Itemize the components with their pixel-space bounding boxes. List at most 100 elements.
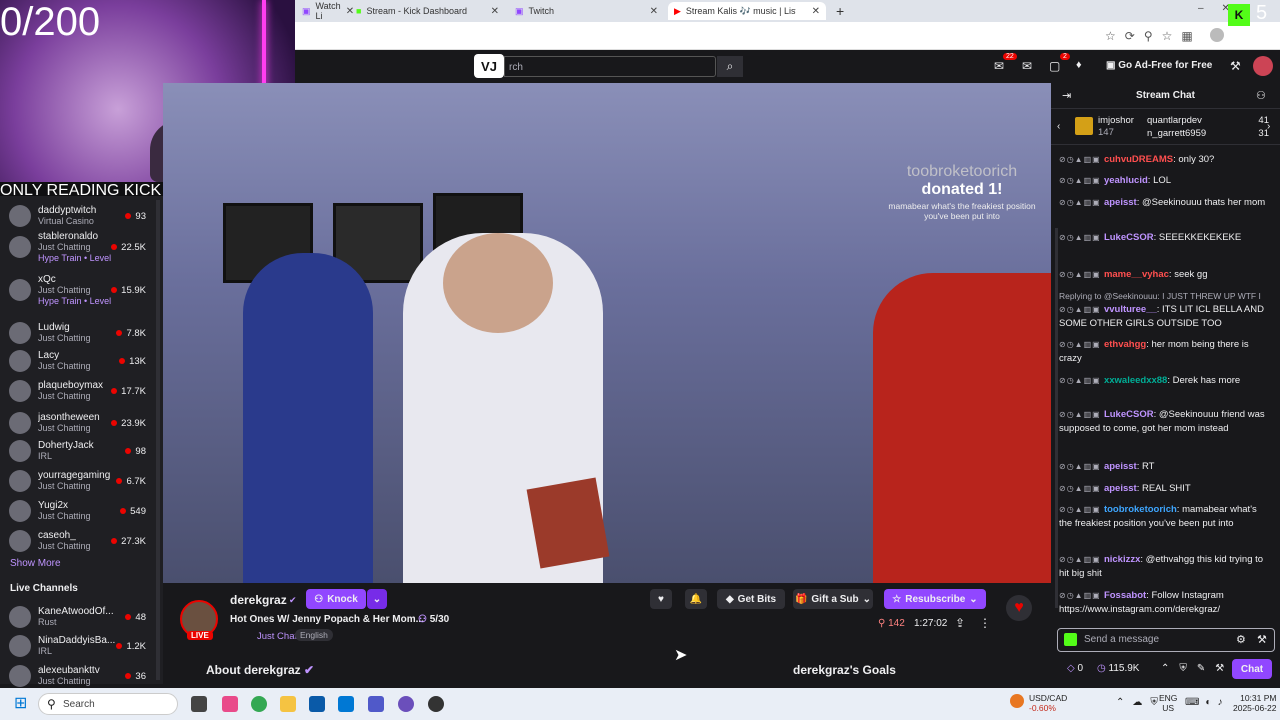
copilot-icon[interactable]: [222, 696, 238, 712]
chat-message[interactable]: ⊘◷▲▥▣ LukeCSOR: @Seekinouuu friend was s…: [1059, 408, 1269, 436]
close-icon[interactable]: ✕: [650, 6, 658, 17]
chat-message[interactable]: ⊘◷▲▥▣ apeisst: RT: [1059, 460, 1269, 474]
mod-action-icons[interactable]: ⊘◷▲▥▣: [1059, 340, 1104, 349]
mod-action-icons[interactable]: ⊘◷▲▥▣: [1059, 233, 1104, 242]
chat-username[interactable]: Fossabot: [1104, 590, 1146, 601]
browser-toolbar-icons[interactable]: ☆⟳⚲☆▦: [1105, 29, 1202, 43]
teams-icon[interactable]: [368, 696, 384, 712]
sidebar-channel-item[interactable]: stableronaldo Just Chatting Hype Train • L…: [0, 230, 160, 264]
gift-sub-button[interactable]: 🎁 Gift a Sub ⌄: [793, 589, 873, 609]
windows-start-icon[interactable]: ⊞: [14, 696, 30, 712]
mod-action-icons[interactable]: ⊘◷▲▥▣: [1059, 462, 1104, 471]
chat-username[interactable]: yeahlucid: [1104, 175, 1148, 186]
crown-icon[interactable]: ♦: [1076, 59, 1082, 71]
chat-input[interactable]: Send a message ⚙ ⚒: [1057, 628, 1275, 652]
task-view-icon[interactable]: [191, 696, 207, 712]
new-tab-button[interactable]: +: [830, 2, 850, 20]
chat-message[interactable]: ⊘◷▲▥▣ LukeCSOR: SEEEKKEKEKEKE: [1059, 231, 1269, 245]
tab-kick-dashboard[interactable]: ■ Stream - Kick Dashboard ✕: [350, 2, 505, 20]
go-ad-free-button[interactable]: ▣ Go Ad-Free for Free: [1106, 60, 1212, 71]
chrome-icon[interactable]: [251, 696, 267, 712]
live-channel-item[interactable]: NinaDaddyisBa... IRL 1.2K: [0, 629, 160, 663]
video-player[interactable]: toobroketoorich donated 1! mamabear what…: [163, 83, 1051, 583]
chat-username[interactable]: apeisst: [1104, 197, 1137, 208]
show-more-link[interactable]: Show More: [10, 558, 61, 569]
obs-icon[interactable]: [428, 696, 444, 712]
mod-action-icons[interactable]: ⊘◷▲▥▣: [1059, 270, 1104, 279]
store-icon[interactable]: [309, 696, 325, 712]
mod-action-icons[interactable]: ⊘◷▲▥▣: [1059, 376, 1104, 385]
more-options-icon[interactable]: ⋮: [979, 616, 991, 630]
inbox-icon[interactable]: ✉: [1022, 59, 1032, 73]
chat-message[interactable]: ⊘◷▲▥▣ cuhvuDREAMS: only 30?: [1059, 153, 1269, 167]
tab-watch[interactable]: ▣ Watch Li ✕: [296, 1, 354, 21]
chat-username[interactable]: mame__vyhac: [1104, 269, 1169, 280]
chat-username[interactable]: nickizzx: [1104, 554, 1140, 565]
system-tray-icons[interactable]: ⌨◐♪: [1185, 697, 1228, 708]
mod-action-icons[interactable]: ⊘◷▲▥▣: [1059, 410, 1104, 419]
whispers-icon[interactable]: ▢: [1049, 59, 1060, 73]
sidebar-channel-item[interactable]: caseoh_ Just Chatting 27.3K: [0, 524, 160, 558]
discord-icon[interactable]: [398, 696, 414, 712]
chat-username[interactable]: cuhvuDREAMS: [1104, 154, 1173, 165]
mod-action-icons[interactable]: ⊘◷▲▥▣: [1059, 505, 1104, 514]
prime-icon[interactable]: ✉: [994, 59, 1004, 73]
language-tag[interactable]: English: [295, 629, 333, 641]
chat-username[interactable]: apeisst: [1104, 461, 1137, 472]
chat-message[interactable]: ⊘◷▲▥▣ ethvahgg: her mom being there is c…: [1059, 338, 1269, 366]
search-icon[interactable]: ⌕: [717, 56, 743, 77]
mod-action-icons[interactable]: ⊘◷▲▥▣: [1059, 176, 1104, 185]
mod-action-icons[interactable]: ⊘◷▲▥▣: [1059, 198, 1104, 207]
chat-message[interactable]: ⊘◷▲▥▣ apeisst: REAL SHIT: [1059, 482, 1269, 496]
profile-avatar[interactable]: [1210, 28, 1224, 42]
chat-message[interactable]: ⊘◷▲▥▣ Fossabot: Follow Instagram https:/…: [1059, 589, 1269, 617]
users-icon[interactable]: ⚇: [1256, 89, 1266, 102]
chat-message[interactable]: Replying to @Seekinouuu: I JUST THREW UP…: [1059, 289, 1269, 331]
bell-button[interactable]: 🔔: [685, 589, 707, 609]
mod-action-icons[interactable]: ⊘◷▲▥▣: [1059, 305, 1104, 314]
chat-send-button[interactable]: Chat: [1232, 659, 1272, 679]
heart-button[interactable]: ♥: [650, 589, 672, 609]
user-avatar[interactable]: [1253, 56, 1273, 76]
chat-username[interactable]: toobroketoorich: [1104, 504, 1177, 515]
chat-username[interactable]: apeisst: [1104, 483, 1137, 494]
sidebar-channel-item[interactable]: DohertyJack IRL 98: [0, 434, 160, 468]
extension-icon[interactable]: ⚒: [1230, 59, 1241, 73]
follow-dropdown[interactable]: ⌄: [367, 589, 387, 609]
chat-message[interactable]: ⊘◷▲▥▣ mame__vyhac: seek gg: [1059, 268, 1269, 282]
chat-username[interactable]: LukeCSOR: [1104, 232, 1154, 243]
chat-username[interactable]: ethvahgg: [1104, 339, 1146, 350]
sidebar-channel-item[interactable]: Yugi2x Just Chatting 549: [0, 494, 160, 528]
mod-action-icons[interactable]: ⊘◷▲▥▣: [1059, 591, 1104, 600]
chat-message[interactable]: ⊘◷▲▥▣ apeisst: @Seekinouuu thats her mom: [1059, 196, 1269, 210]
sidebar-scrollbar[interactable]: [156, 200, 160, 680]
sidebar-channel-item[interactable]: Lacy Just Chatting 13K: [0, 344, 160, 378]
extension-icon[interactable]: ⚒: [1257, 633, 1267, 646]
mod-action-icons[interactable]: ⊘◷▲▥▣: [1059, 484, 1104, 493]
taskbar-search[interactable]: ⚲ Search: [38, 693, 178, 715]
chat-message[interactable]: ⊘◷▲▥▣ yeahlucid: LOL: [1059, 174, 1269, 188]
close-icon[interactable]: ✕: [491, 6, 499, 17]
mod-action-icons[interactable]: ⊘◷▲▥▣: [1059, 555, 1104, 564]
chat-scrollbar[interactable]: [1055, 228, 1058, 608]
chat-username[interactable]: vvulturee__: [1104, 304, 1157, 315]
file-explorer-icon[interactable]: [280, 696, 296, 712]
get-bits-button[interactable]: ◆ Get Bits: [717, 589, 785, 609]
chat-message[interactable]: ⊘◷▲▥▣ xxwaleedxx88: Derek has more: [1059, 374, 1269, 388]
close-icon[interactable]: ✕: [812, 6, 820, 17]
hype-heart-icon[interactable]: ♥: [1006, 595, 1032, 621]
emote-icon[interactable]: ⚙: [1236, 633, 1246, 646]
chat-username[interactable]: LukeCSOR: [1104, 409, 1154, 420]
search-input[interactable]: rch: [504, 56, 716, 77]
sidebar-channel-item[interactable]: plaqueboymax Just Chatting 17.7K: [0, 374, 160, 408]
knock-button[interactable]: ⚇ Knock: [306, 589, 366, 609]
chevron-right-icon[interactable]: ›: [1267, 121, 1270, 132]
chat-message[interactable]: ⊘◷▲▥▣ toobroketoorich: mamabear what's t…: [1059, 503, 1269, 531]
chat-message[interactable]: ⊘◷▲▥▣ nickizzx: @ethvahgg this kid tryin…: [1059, 553, 1269, 581]
sidebar-channel-item[interactable]: yourragegaming Just Chatting 6.7K: [0, 464, 160, 498]
chat-username[interactable]: xxwaleedxx88: [1104, 375, 1167, 386]
share-icon[interactable]: ⇪: [955, 616, 965, 630]
sidebar-channel-item[interactable]: xQc Just Chatting Hype Train • Level 2 15.9…: [0, 273, 160, 307]
mod-action-icons[interactable]: ⊘◷▲▥▣: [1059, 155, 1104, 164]
tab-twitch[interactable]: ▣ Twitch ✕: [509, 2, 664, 20]
